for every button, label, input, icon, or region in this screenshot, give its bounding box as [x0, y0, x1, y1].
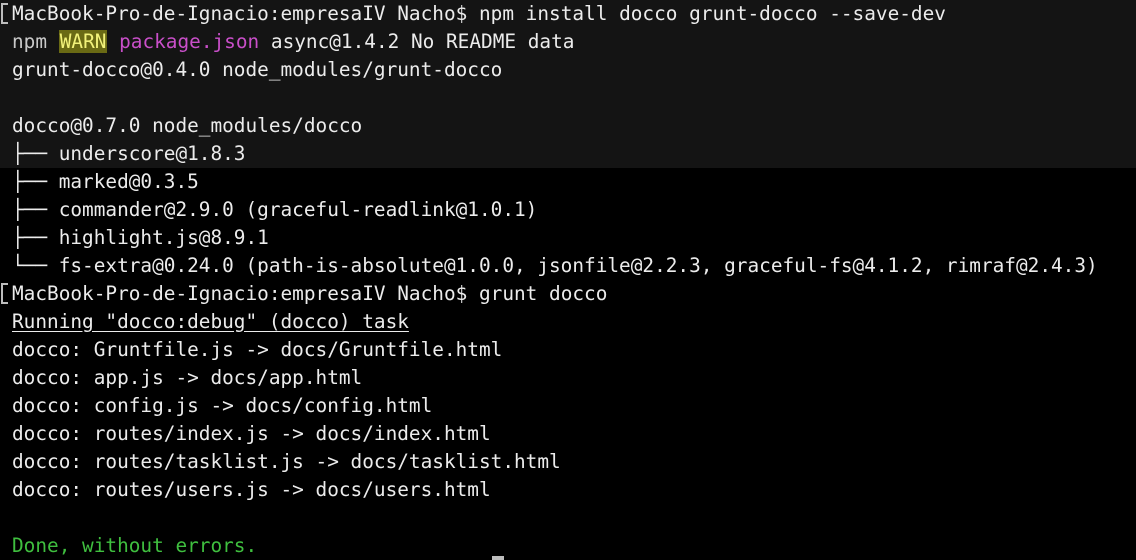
terminal-cursor	[492, 556, 504, 560]
output-text: └── fs-extra@0.24.0 (path-is-absolute@1.…	[12, 254, 1098, 277]
dependency-tree-line: ├── marked@0.3.5	[0, 168, 1136, 196]
output-text: ├── marked@0.3.5	[12, 170, 199, 193]
output-text: docco: routes/index.js -> docs/index.htm…	[12, 422, 491, 445]
prompt-line-npm-install: MacBook-Pro-de-Ignacio:empresaIV Nacho$ …	[0, 0, 1136, 28]
dependency-tree-line: ├── highlight.js@8.9.1	[0, 224, 1136, 252]
npm-warn-line: npm WARN package.json async@1.4.2 No REA…	[0, 28, 1136, 56]
output-text: docco: config.js -> docs/config.html	[12, 394, 433, 417]
docco-output-line: docco: app.js -> docs/app.html	[0, 364, 1136, 392]
docco-output-line: docco: config.js -> docs/config.html	[0, 392, 1136, 420]
npm-label: npm	[12, 30, 48, 53]
docco-output-line: docco: Gruntfile.js -> docs/Gruntfile.ht…	[0, 336, 1136, 364]
docco-output-line: docco: routes/tasklist.js -> docs/taskli…	[0, 448, 1136, 476]
prompt-mark	[1, 283, 8, 304]
prompt-line-grunt-docco: MacBook-Pro-de-Ignacio:empresaIV Nacho$ …	[0, 280, 1136, 308]
dependency-tree-line: └── fs-extra@0.24.0 (path-is-absolute@1.…	[0, 252, 1136, 280]
output-text: ├── highlight.js@8.9.1	[12, 226, 269, 249]
warn-badge: WARN	[58, 30, 108, 53]
output-line: grunt-docco@0.4.0 node_modules/grunt-doc…	[0, 56, 1136, 84]
output-text: docco: routes/tasklist.js -> docs/taskli…	[12, 450, 561, 473]
output-text: docco: routes/users.js -> docs/users.htm…	[12, 478, 491, 501]
prompt-mark	[1, 3, 8, 24]
command-text: grunt docco	[478, 282, 608, 305]
package-json-label: package.json	[119, 30, 260, 53]
command-text: npm install docco grunt-docco --save-dev	[478, 2, 946, 25]
prompt-text: MacBook-Pro-de-Ignacio:empresaIV Nacho$	[12, 2, 468, 25]
done-line: Done, without errors.	[0, 532, 1136, 560]
done-message: Done, without errors.	[12, 534, 258, 557]
task-header-text: Running "docco:debug" (docco) task	[12, 310, 409, 333]
docco-output-line: docco: routes/users.js -> docs/users.htm…	[0, 476, 1136, 504]
output-text: docco: Gruntfile.js -> docs/Gruntfile.ht…	[12, 338, 503, 361]
docco-output-line: docco: routes/index.js -> docs/index.htm…	[0, 420, 1136, 448]
prompt-text: MacBook-Pro-de-Ignacio:empresaIV Nacho$	[12, 282, 468, 305]
task-header-line: Running "docco:debug" (docco) task	[0, 308, 1136, 336]
output-text: ├── commander@2.9.0 (graceful-readlink@1…	[12, 198, 538, 221]
output-text: docco@0.7.0 node_modules/docco	[12, 114, 363, 137]
dependency-tree-line: ├── commander@2.9.0 (graceful-readlink@1…	[0, 196, 1136, 224]
terminal-window[interactable]: MacBook-Pro-de-Ignacio:empresaIV Nacho$ …	[0, 0, 1136, 560]
blank-line	[0, 84, 1136, 112]
warn-message: async@1.4.2 No README data	[270, 30, 575, 53]
dependency-tree-line: ├── underscore@1.8.3	[0, 140, 1136, 168]
output-text: ├── underscore@1.8.3	[12, 142, 246, 165]
output-text: docco: app.js -> docs/app.html	[12, 366, 363, 389]
output-text: grunt-docco@0.4.0 node_modules/grunt-doc…	[12, 58, 503, 81]
output-line: docco@0.7.0 node_modules/docco	[0, 112, 1136, 140]
